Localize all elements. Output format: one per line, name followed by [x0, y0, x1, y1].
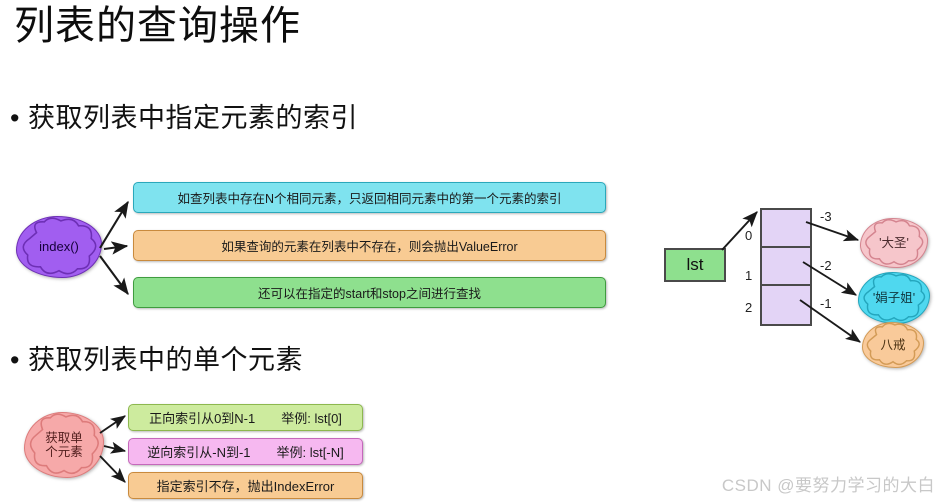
- index-cloud-label: index(): [39, 238, 79, 254]
- bullet-text: 获取列表中指定元素的索引: [28, 103, 358, 133]
- index-info-box-2: 如果查询的元素在列表中不存在，则会抛出ValueError: [133, 230, 606, 261]
- lst-variable-box: lst: [664, 248, 726, 282]
- negative-index-label-1: -2: [820, 258, 832, 273]
- bullet-marker: •: [10, 103, 20, 133]
- element-cloud-juanzi: '娟子姐': [858, 272, 930, 324]
- single-element-cloud-label-line1: 获取单: [45, 430, 83, 445]
- arrow-index-to-box-3: [99, 255, 129, 296]
- single-element-cloud: 获取单 个元素: [24, 412, 104, 478]
- element-cloud-dasheng-label: '大圣': [879, 235, 909, 250]
- bullet-item-1: • 获取列表中指定元素的索引: [10, 96, 358, 135]
- index-function-cloud: index(): [16, 216, 102, 278]
- list-cells-container: [760, 208, 812, 326]
- list-cell-1: [762, 247, 810, 286]
- element-cloud-juanzi-label: '娟子姐': [872, 290, 916, 305]
- arrow-single-to-box-3: [99, 455, 126, 483]
- negative-index-label-0: -3: [820, 209, 832, 224]
- arrow-single-to-box-2: [103, 441, 127, 454]
- slide-canvas: 列表的查询操作 • 获取列表中指定元素的索引 index() 如查列表中存在N个相…: [0, 0, 943, 502]
- single-element-cloud-label-line2: 个元素: [45, 445, 83, 459]
- arrow-index-to-box-2: [103, 241, 129, 255]
- index-info-box-1: 如查列表中存在N个相同元素，只返回相同元素中的第一个元素的索引: [133, 182, 606, 213]
- bullet-marker: •: [10, 345, 20, 375]
- arrow-cell-0-to-dasheng: [805, 221, 860, 242]
- list-cell-2: [762, 285, 810, 324]
- element-cloud-dasheng: '大圣': [860, 218, 928, 268]
- bullet-text: 获取列表中的单个元素: [28, 345, 303, 375]
- lst-variable-label: lst: [686, 255, 704, 274]
- list-cell-0: [762, 210, 810, 248]
- single-element-cloud-label: 获取单 个元素: [45, 431, 83, 460]
- index-info-box-3: 还可以在指定的start和stop之间进行查找: [133, 277, 606, 308]
- page-title: 列表的查询操作: [14, 4, 301, 48]
- forward-index-label-2: 2: [745, 300, 753, 315]
- element-cloud-bajie: 八戒: [862, 322, 924, 368]
- negative-index-label-2: -1: [820, 296, 832, 311]
- single-element-box-2: 逆向索引从-N到-1 举例: lst[-N]: [128, 438, 363, 465]
- forward-index-label-1: 1: [745, 268, 753, 283]
- single-element-box-3: 指定索引不存，抛出IndexError: [128, 472, 363, 499]
- bullet-item-2: • 获取列表中的单个元素: [10, 338, 303, 377]
- csdn-watermark: CSDN @要努力学习的大白: [721, 476, 935, 495]
- arrow-single-to-box-1: [99, 415, 126, 434]
- element-cloud-bajie-label: 八戒: [880, 337, 906, 352]
- arrow-index-to-box-1: [99, 200, 129, 249]
- forward-index-label-0: 0: [745, 228, 753, 243]
- single-element-box-1: 正向索引从0到N-1 举例: lst[0]: [128, 404, 363, 431]
